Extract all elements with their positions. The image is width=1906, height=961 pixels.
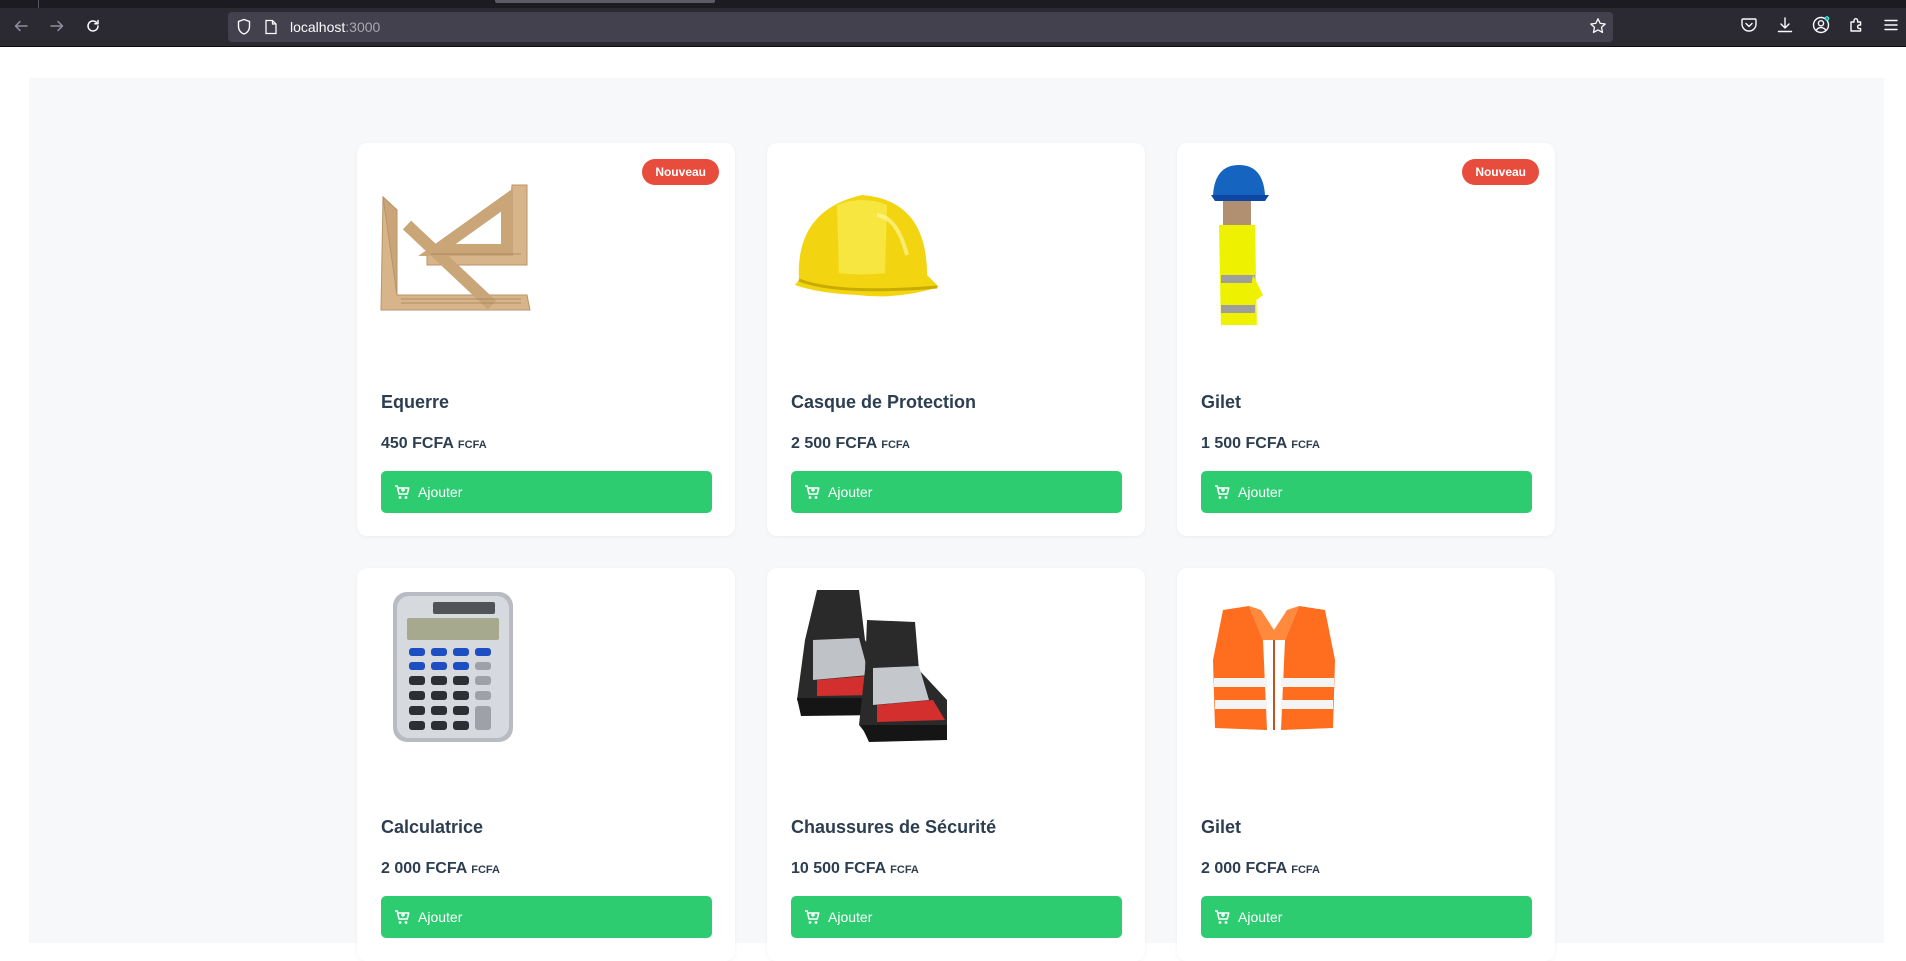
bookmark-star-icon[interactable] (1589, 17, 1607, 40)
new-badge: Nouveau (1462, 159, 1539, 185)
url-port: :3000 (345, 19, 381, 35)
product-name: Gilet (1201, 817, 1242, 837)
product-price: 450 FCFA FCFA (381, 435, 487, 453)
cart-icon (804, 484, 820, 500)
price-currency: FCFA (1291, 864, 1320, 876)
address-bar[interactable]: localhost:3000 (228, 12, 1613, 42)
extensions-icon[interactable] (1846, 14, 1868, 36)
cart-icon (804, 909, 820, 925)
price-currency: FCFA (457, 439, 487, 451)
product-price: 10 500 FCFA FCFA (791, 860, 919, 878)
product-name: Chaussures de Sécurité (791, 817, 997, 837)
product-name: Equerre (381, 392, 450, 412)
add-to-cart-button[interactable]: Ajouter (381, 471, 712, 513)
cart-icon (1214, 484, 1230, 500)
add-to-cart-button[interactable]: Ajouter (1201, 896, 1532, 938)
product-card: Calculatrice 2 000 FCFA FCFA Ajouter (357, 568, 735, 961)
add-button-label: Ajouter (418, 909, 463, 925)
safety-outfit-image (1187, 155, 1367, 330)
product-price: 2 000 FCFA FCFA (1201, 860, 1320, 878)
reload-icon[interactable] (81, 14, 105, 38)
forward-icon[interactable] (45, 14, 69, 38)
pocket-icon[interactable] (1738, 14, 1760, 36)
cart-icon (394, 909, 410, 925)
price-amount: 2 000 FCFA (1201, 860, 1288, 877)
add-button-label: Ajouter (418, 484, 463, 500)
add-to-cart-button[interactable]: Ajouter (791, 896, 1122, 938)
price-amount: 2 500 FCFA (791, 435, 878, 452)
set-square-image (367, 155, 547, 325)
product-price: 2 500 FCFA FCFA (791, 435, 910, 453)
product-card: Nouveau Gilet 1 500 FCFA FCFA Ajouter (1177, 143, 1555, 536)
price-amount: 1 500 FCFA (1201, 435, 1288, 452)
url-text[interactable]: localhost:3000 (290, 19, 380, 35)
menu-icon[interactable] (1880, 14, 1902, 36)
safety-vest-image (1187, 580, 1367, 750)
price-currency: FCFA (890, 864, 919, 876)
cart-icon (394, 484, 410, 500)
add-button-label: Ajouter (828, 909, 873, 925)
safety-boots-image (777, 580, 957, 750)
add-button-label: Ajouter (828, 484, 873, 500)
add-button-label: Ajouter (1238, 484, 1283, 500)
add-button-label: Ajouter (1238, 909, 1283, 925)
price-currency: FCFA (881, 439, 910, 451)
tab-strip (0, 0, 1906, 8)
product-card: Gilet 2 000 FCFA FCFA Ajouter (1177, 568, 1555, 961)
page-icon (264, 19, 278, 40)
back-icon[interactable] (9, 14, 33, 38)
price-amount: 10 500 FCFA (791, 860, 887, 877)
shield-icon[interactable] (236, 18, 252, 41)
account-icon[interactable] (1810, 14, 1832, 36)
active-tab[interactable] (495, 0, 715, 3)
price-currency: FCFA (471, 864, 500, 876)
calculator-image (367, 580, 547, 750)
product-name: Gilet (1201, 392, 1242, 412)
price-currency: FCFA (1291, 439, 1320, 451)
tab-separator (38, 0, 39, 8)
product-price: 2 000 FCFA FCFA (381, 860, 500, 878)
price-amount: 2 000 FCFA (381, 860, 468, 877)
price-amount: 450 FCFA (381, 435, 454, 452)
page-content: Nouveau Equerre 450 FCFA FCFA Ajouter Ca… (29, 78, 1884, 961)
url-host: localhost (290, 19, 346, 35)
add-to-cart-button[interactable]: Ajouter (381, 896, 712, 938)
product-card: Nouveau Equerre 450 FCFA FCFA Ajouter (357, 143, 735, 536)
product-grid: Nouveau Equerre 450 FCFA FCFA Ajouter Ca… (357, 143, 1555, 961)
product-name: Casque de Protection (791, 392, 977, 412)
new-badge: Nouveau (642, 159, 719, 185)
downloads-icon[interactable] (1774, 14, 1796, 36)
hard-hat-image (777, 155, 957, 325)
product-name: Calculatrice (381, 817, 484, 837)
add-to-cart-button[interactable]: Ajouter (791, 471, 1122, 513)
cart-icon (1214, 909, 1230, 925)
add-to-cart-button[interactable]: Ajouter (1201, 471, 1532, 513)
product-price: 1 500 FCFA FCFA (1201, 435, 1320, 453)
product-card: Chaussures de Sécurité 10 500 FCFA FCFA A… (767, 568, 1145, 961)
browser-toolbar: localhost:3000 (0, 0, 1906, 47)
product-card: Casque de Protection 2 500 FCFA FCFA Ajou… (767, 143, 1145, 536)
